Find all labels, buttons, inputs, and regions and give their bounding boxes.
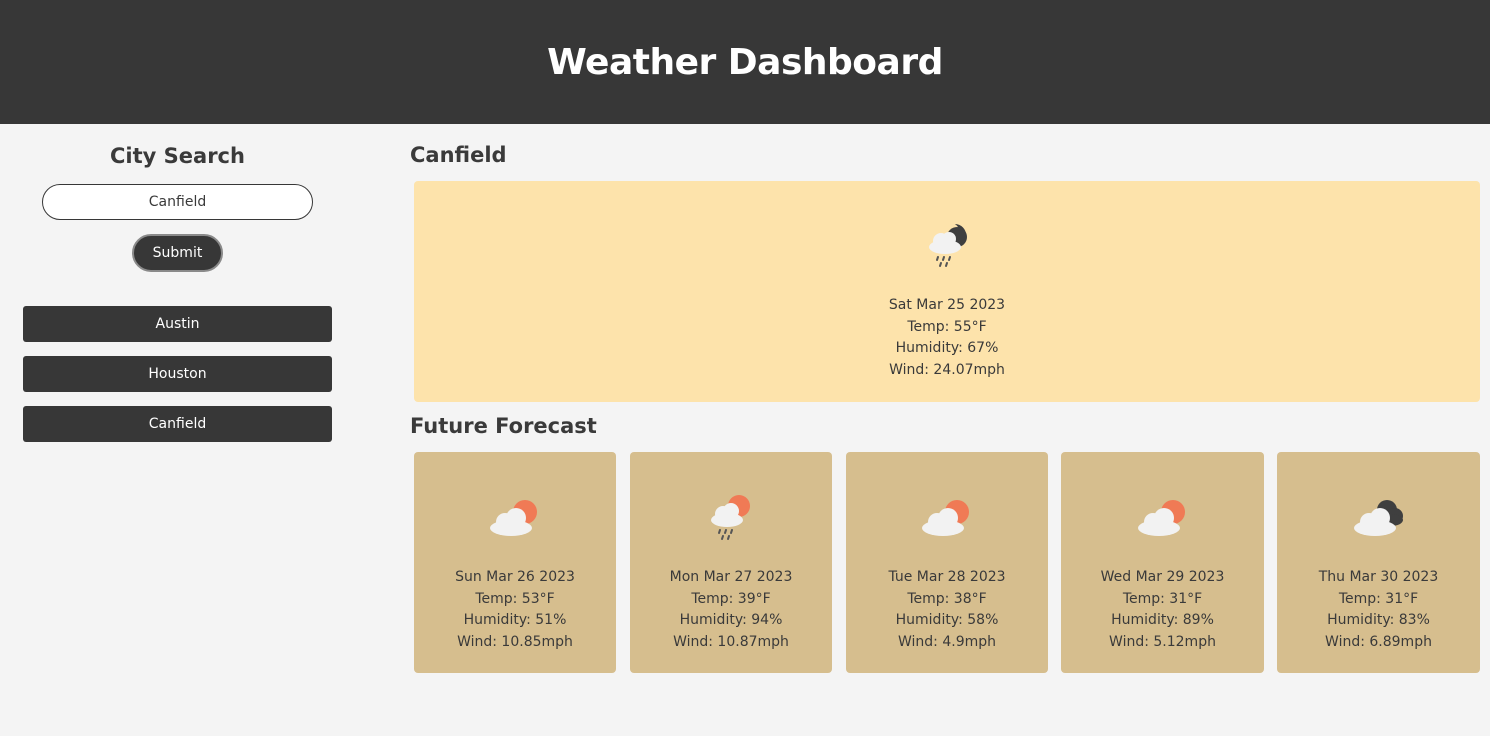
history-button-austin[interactable]: Austin bbox=[23, 306, 332, 342]
forecast-card: Tue Mar 28 2023 Temp: 38°F Humidity: 58%… bbox=[846, 452, 1048, 673]
cloud-sun-icon bbox=[922, 500, 969, 536]
forecast-humidity: Humidity: 83% bbox=[1327, 612, 1430, 628]
forecast-humidity: Humidity: 51% bbox=[463, 612, 567, 628]
forecast-card: Sun Mar 26 2023 Temp: 53°F Humidity: 51%… bbox=[414, 452, 616, 673]
overcast-clouds-icon bbox=[1353, 500, 1403, 536]
search-history: Austin Houston Canfield bbox=[23, 306, 332, 456]
forecast-date: Sun Mar 26 2023 bbox=[455, 569, 575, 585]
forecast-date: Wed Mar 29 2023 bbox=[1100, 569, 1225, 585]
forecast-temp: Temp: 38°F bbox=[907, 590, 987, 607]
cloud-sun-icon bbox=[490, 500, 537, 536]
forecast-wind: Wind: 4.9mph bbox=[897, 633, 996, 650]
forecast-card: Mon Mar 27 2023 Temp: 39°F Humidity: 94%… bbox=[630, 452, 832, 673]
future-forecast-title: Future Forecast bbox=[410, 414, 597, 438]
forecast-date: Tue Mar 28 2023 bbox=[888, 569, 1006, 585]
forecast-wind: Wind: 10.85mph bbox=[457, 633, 573, 650]
city-search-title: City Search bbox=[110, 144, 245, 168]
page-title: Weather Dashboard bbox=[547, 41, 943, 83]
rain-cloud-sun-icon bbox=[711, 495, 750, 540]
forecast-card: Thu Mar 30 2023 Temp: 31°F Humidity: 83%… bbox=[1277, 452, 1480, 673]
submit-button[interactable]: Submit bbox=[132, 234, 223, 272]
forecast-humidity: Humidity: 94% bbox=[679, 612, 783, 628]
forecast-wind: Wind: 6.89mph bbox=[1325, 633, 1432, 650]
current-date: Sat Mar 25 2023 bbox=[888, 297, 1006, 313]
current-wind: Wind: 24.07mph bbox=[889, 361, 1005, 378]
forecast-humidity: Humidity: 89% bbox=[1111, 612, 1214, 628]
current-temp: Temp: 55°F bbox=[907, 318, 987, 335]
forecast-temp: Temp: 31°F bbox=[1122, 590, 1203, 607]
forecast-temp: Temp: 53°F bbox=[475, 590, 555, 607]
cloud-sun-icon bbox=[1137, 500, 1185, 536]
rain-cloud-moon-icon bbox=[929, 223, 967, 267]
forecast-temp: Temp: 31°F bbox=[1338, 590, 1419, 607]
history-button-houston[interactable]: Houston bbox=[23, 356, 332, 392]
current-humidity: Humidity: 67% bbox=[895, 340, 999, 356]
forecast-wind: Wind: 10.87mph bbox=[673, 633, 789, 650]
forecast-card: Wed Mar 29 2023 Temp: 31°F Humidity: 89%… bbox=[1061, 452, 1264, 673]
current-city-title: Canfield bbox=[410, 143, 507, 167]
page-header: Weather Dashboard bbox=[0, 0, 1490, 124]
forecast-date: Thu Mar 30 2023 bbox=[1318, 569, 1439, 585]
forecast-humidity: Humidity: 58% bbox=[895, 612, 999, 628]
current-weather-card: Sat Mar 25 2023 Temp: 55°F Humidity: 67%… bbox=[414, 181, 1480, 402]
forecast-wind: Wind: 5.12mph bbox=[1109, 633, 1216, 650]
city-search-input[interactable] bbox=[42, 184, 313, 220]
forecast-date: Mon Mar 27 2023 bbox=[669, 569, 793, 585]
forecast-temp: Temp: 39°F bbox=[691, 590, 771, 607]
history-button-canfield[interactable]: Canfield bbox=[23, 406, 332, 442]
